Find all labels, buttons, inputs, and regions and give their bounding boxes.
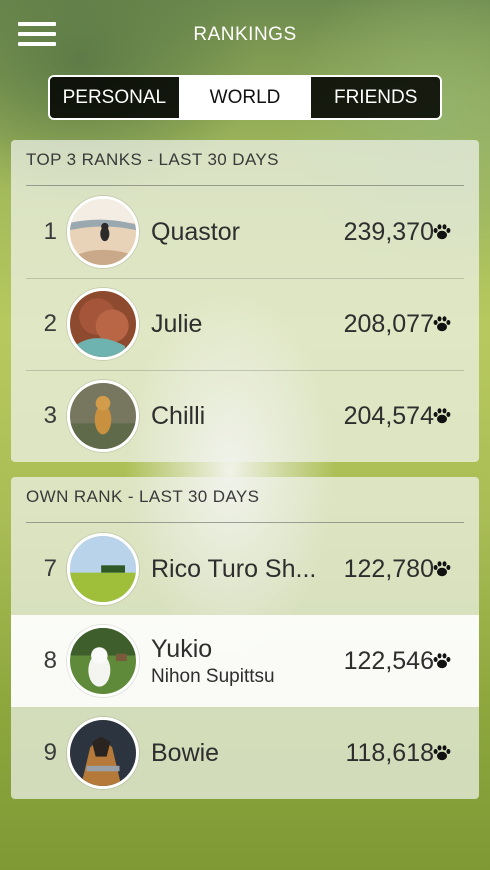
tab-personal[interactable]: PERSONAL: [50, 77, 179, 118]
dog-name: Rico Turo Sh...: [151, 554, 317, 583]
ranking-row-2[interactable]: 2 Julie 208,077: [11, 278, 479, 370]
avatar: [67, 625, 139, 697]
tab-friends[interactable]: FRIENDS: [309, 77, 440, 118]
rank-number: 1: [43, 218, 57, 245]
avatar: [67, 288, 139, 360]
score: 208,077: [343, 309, 434, 338]
ranking-tabs: PERSONAL WORLD FRIENDS: [48, 75, 442, 120]
paw-icon: [433, 745, 451, 761]
score: 239,370: [343, 217, 434, 246]
tab-world[interactable]: WORLD: [178, 77, 310, 118]
rank-number: 3: [43, 402, 57, 429]
rank-number: 9: [43, 739, 57, 766]
ranking-row-7[interactable]: 7 Rico Turo Sh... 122,780: [11, 523, 479, 615]
ranking-row-1[interactable]: 1 Quastor 239,370: [11, 186, 479, 278]
page-title: RANKINGS: [193, 24, 297, 45]
dog-breed: Nihon Supittsu: [151, 665, 275, 687]
paw-icon: [433, 408, 451, 424]
score: 204,574: [343, 401, 434, 430]
score: 122,780: [343, 554, 434, 583]
score: 118,618: [345, 738, 434, 767]
dog-name: Bowie: [151, 738, 220, 767]
own-rank-heading: OWN RANK - LAST 30 DAYS: [26, 487, 260, 506]
ranking-row-9[interactable]: 9 Bowie 118,618: [11, 707, 479, 799]
dog-name: Julie: [151, 309, 203, 338]
rank-number: 7: [43, 555, 57, 582]
dog-name: Yukio: [151, 634, 213, 663]
rank-number: 8: [43, 647, 57, 674]
avatar: [67, 380, 139, 452]
rank-number: 2: [43, 310, 57, 337]
dog-name: Quastor: [151, 217, 240, 246]
avatar: [67, 717, 139, 789]
top3-heading: TOP 3 RANKS - LAST 30 DAYS: [26, 150, 279, 169]
avatar: [67, 196, 139, 268]
paw-icon: [433, 561, 451, 577]
paw-icon: [433, 653, 451, 669]
ranking-row-3[interactable]: 3 Chilli 204,574: [11, 370, 479, 462]
top3-card: TOP 3 RANKS - LAST 30 DAYS 1 Quastor 239…: [11, 140, 479, 462]
ranking-row-8-own[interactable]: 8 Yukio Nihon Supittsu 122,546: [11, 615, 479, 707]
avatar: [67, 533, 139, 605]
dog-name: Chilli: [151, 401, 206, 430]
own-rank-card: OWN RANK - LAST 30 DAYS 7 Rico Turo Sh..…: [11, 477, 479, 799]
score: 122,546: [343, 646, 434, 675]
paw-icon: [433, 316, 451, 332]
paw-icon: [433, 224, 451, 240]
top-bar: RANKINGS: [0, 0, 490, 72]
